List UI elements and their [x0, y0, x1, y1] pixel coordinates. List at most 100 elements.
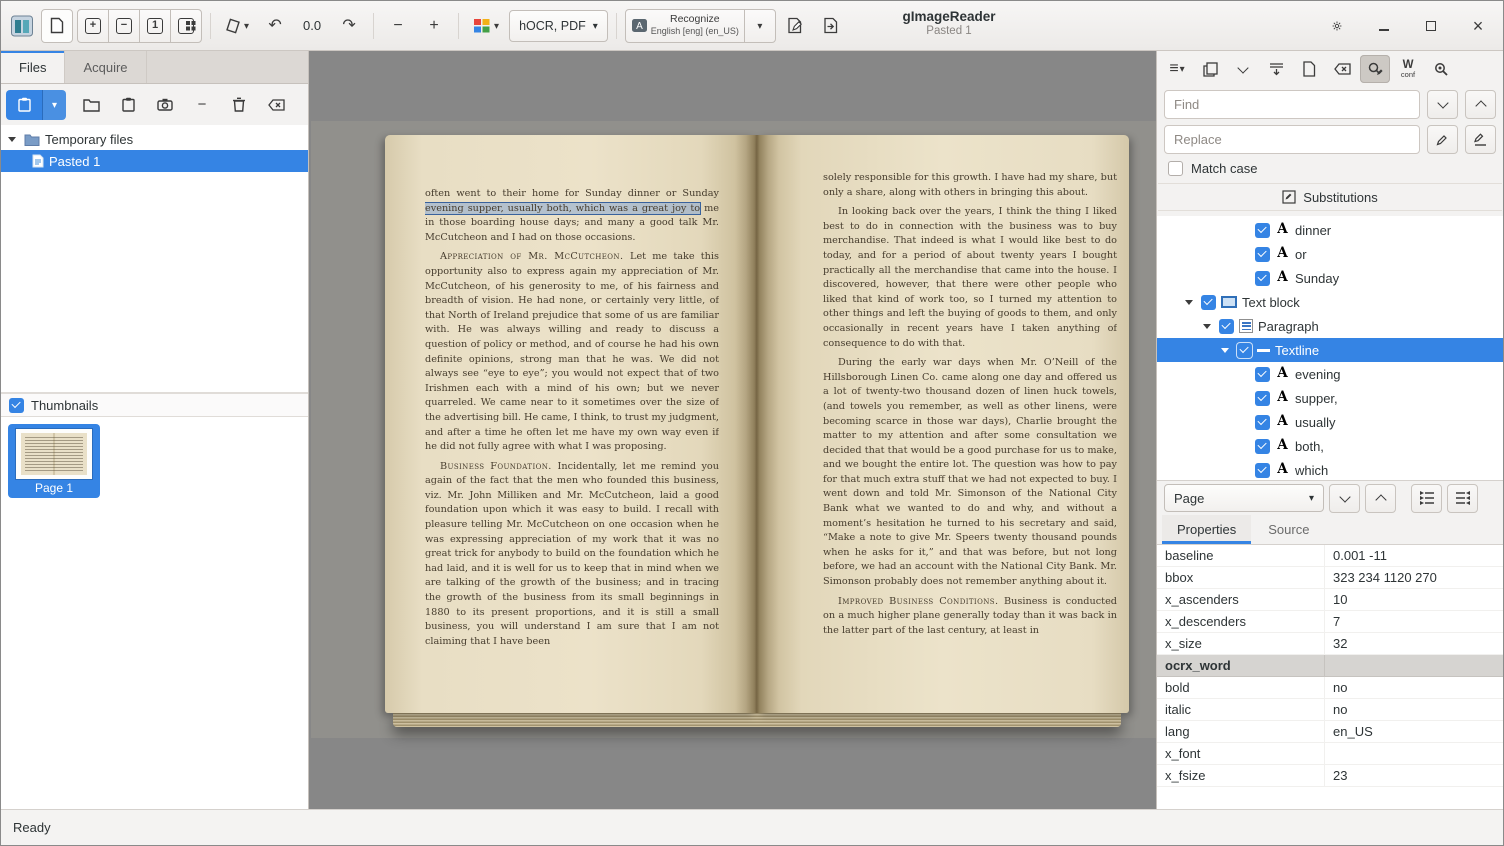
thumbnails-checkbox[interactable] [9, 398, 24, 413]
property-row[interactable]: x_ascenders10 [1157, 589, 1503, 611]
zoom-in-button[interactable]: + [77, 9, 109, 43]
page-combo[interactable]: Page ▾ [1164, 484, 1324, 512]
recognize-button[interactable]: A Recognize English [eng] (en_US) [625, 9, 745, 43]
expand-all-button[interactable] [1411, 484, 1442, 513]
ocr-tree-row[interactable]: Asupper, [1157, 386, 1503, 410]
item-checkbox[interactable] [1255, 391, 1270, 406]
zoom-fit-button[interactable] [170, 9, 202, 43]
item-checkbox[interactable] [1219, 319, 1234, 334]
property-row[interactable]: ocrx_word [1157, 655, 1503, 677]
add-images-button[interactable] [6, 90, 42, 120]
recognize-options-dropdown[interactable]: ▾ [744, 9, 776, 43]
find-prev-button[interactable] [1465, 90, 1496, 119]
property-row[interactable]: x_size32 [1157, 633, 1503, 655]
prev-page-button[interactable] [1365, 484, 1396, 513]
property-row[interactable]: bbox323 234 1120 270 [1157, 567, 1503, 589]
insert-text-button[interactable] [1261, 55, 1291, 83]
tree-file-row[interactable]: Pasted 1 [1, 150, 308, 172]
output-pane-toggle[interactable] [780, 9, 812, 43]
file-tree[interactable]: Temporary files Pasted 1 [1, 125, 308, 393]
angle-increase-button[interactable]: + [418, 9, 450, 43]
replace-button[interactable] [1427, 125, 1458, 154]
item-checkbox[interactable] [1201, 295, 1216, 310]
thumbnail-page-1[interactable]: Page 1 [8, 424, 100, 498]
save-output-button[interactable] [1195, 55, 1225, 83]
property-row[interactable]: x_fsize23 [1157, 765, 1503, 787]
rotate-left-button[interactable]: ↶ [259, 9, 291, 43]
match-case-checkbox[interactable] [1168, 161, 1183, 176]
item-checkbox[interactable] [1255, 415, 1270, 430]
maximize-button[interactable] [1420, 15, 1442, 37]
ocr-tree-row[interactable]: Text block [1157, 290, 1503, 314]
item-checkbox[interactable] [1237, 343, 1252, 358]
search-settings-button[interactable] [1426, 55, 1456, 83]
ocr-result-tree[interactable]: AdinnerAorASundayText blockParagraphText… [1157, 216, 1503, 481]
expander-icon[interactable] [8, 137, 16, 142]
minimize-button[interactable] [1373, 15, 1395, 37]
ocr-tree-row[interactable]: Aor [1157, 242, 1503, 266]
paste-button[interactable] [111, 90, 145, 120]
rotation-angle-spinbox[interactable]: 0.0 [295, 18, 329, 33]
ocr-tree-row[interactable]: Ausually [1157, 410, 1503, 434]
save-options-dropdown[interactable] [1228, 55, 1258, 83]
expander-icon[interactable] [1185, 300, 1193, 305]
sources-pane-toggle[interactable] [41, 9, 73, 43]
item-checkbox[interactable] [1255, 223, 1270, 238]
property-row[interactable]: italicno [1157, 699, 1503, 721]
rotate-right-button[interactable]: ↷ [333, 9, 365, 43]
property-row[interactable]: x_descenders7 [1157, 611, 1503, 633]
property-row[interactable]: baseline0.001 -11 [1157, 545, 1503, 567]
item-checkbox[interactable] [1255, 439, 1270, 454]
word-confidence-toggle[interactable]: Wconf [1393, 55, 1423, 83]
add-text-page-button[interactable] [1294, 55, 1324, 83]
ocr-tree-row[interactable]: ASunday [1157, 266, 1503, 290]
item-checkbox[interactable] [1255, 463, 1270, 478]
item-checkbox[interactable] [1255, 367, 1270, 382]
replace-all-button[interactable] [1465, 125, 1496, 154]
tab-source[interactable]: Source [1253, 515, 1324, 544]
item-checkbox[interactable] [1255, 271, 1270, 286]
substitutions-button[interactable]: Substitutions [1158, 183, 1502, 211]
expander-icon[interactable] [1221, 348, 1229, 353]
ocr-textline-highlight[interactable]: evening supper, usually both, which was … [425, 203, 700, 214]
ocr-output-mode-combo[interactable]: hOCR, PDF ▾ [509, 10, 608, 42]
tab-acquire[interactable]: Acquire [65, 51, 146, 83]
add-images-dropdown[interactable]: ▾ [42, 90, 66, 120]
property-row[interactable]: boldno [1157, 677, 1503, 699]
property-row[interactable]: x_font [1157, 743, 1503, 765]
image-canvas[interactable]: often went to their home for Sunday dinn… [309, 51, 1156, 809]
find-replace-toggle[interactable] [1360, 55, 1390, 83]
tree-folder-row[interactable]: Temporary files [1, 128, 308, 150]
zoom-out-button[interactable]: − [108, 9, 140, 43]
delete-button[interactable] [222, 90, 256, 120]
thumbnails-list[interactable]: Page 1 [1, 417, 308, 809]
collapse-all-button[interactable] [1447, 484, 1478, 513]
find-next-button[interactable] [1427, 90, 1458, 119]
open-button[interactable] [74, 90, 108, 120]
ocr-tree-row[interactable]: Awhich [1157, 458, 1503, 481]
rotate-mode-button[interactable]: ▾ [219, 9, 255, 43]
ocr-tree-row[interactable]: Aboth, [1157, 434, 1503, 458]
zoom-original-button[interactable]: 1 [139, 9, 171, 43]
next-page-button[interactable] [1329, 484, 1360, 513]
ocr-tree-row[interactable]: Textline [1157, 338, 1503, 362]
close-button[interactable]: × [1467, 15, 1489, 37]
ocr-mode-button[interactable]: ▾ [467, 9, 505, 43]
expander-icon[interactable] [1203, 324, 1211, 329]
property-row[interactable]: langen_US [1157, 721, 1503, 743]
tab-files[interactable]: Files [1, 51, 65, 83]
replace-input[interactable] [1164, 125, 1420, 154]
ocr-tree-row[interactable]: Aevening [1157, 362, 1503, 386]
settings-menu-button[interactable] [1326, 15, 1348, 37]
tab-properties[interactable]: Properties [1162, 515, 1251, 544]
ocr-tree-row[interactable]: Adinner [1157, 218, 1503, 242]
angle-decrease-button[interactable]: − [382, 9, 414, 43]
remove-source-button[interactable]: − [185, 90, 219, 120]
ocr-tree-row[interactable]: Paragraph [1157, 314, 1503, 338]
clear-sources-button[interactable] [259, 90, 293, 120]
find-input[interactable] [1164, 90, 1420, 119]
item-checkbox[interactable] [1255, 247, 1270, 262]
clear-output-button[interactable] [1327, 55, 1357, 83]
screenshot-button[interactable] [148, 90, 182, 120]
insert-mode-button[interactable]: ≡ ▾ [1162, 55, 1192, 83]
